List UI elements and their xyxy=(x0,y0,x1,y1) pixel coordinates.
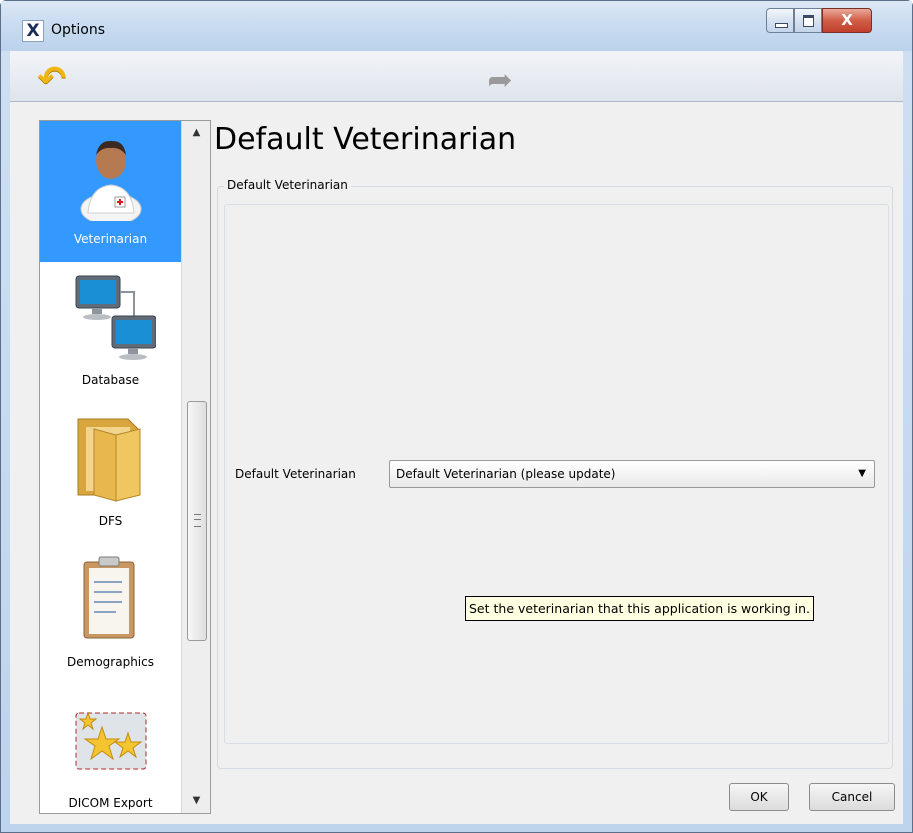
default-veterinarian-select[interactable]: Default Veterinarian (please update) ▼ xyxy=(389,460,875,488)
folder-icon xyxy=(77,418,141,502)
sidebar-item-veterinarian[interactable]: Veterinarian xyxy=(40,121,181,262)
sidebar-item-demographics[interactable]: Demographics xyxy=(40,544,181,685)
title-bar[interactable]: X Options X xyxy=(1,1,912,51)
clipboard-icon xyxy=(83,556,135,639)
tooltip: Set the veterinarian that this applicati… xyxy=(465,596,814,621)
scrollbar-thumb[interactable] xyxy=(187,401,207,641)
scroll-up-arrow-icon[interactable]: ▲ xyxy=(182,123,210,143)
minimize-button[interactable] xyxy=(766,8,794,33)
options-window: X Options X ↶ ➦ Veterinarian Database DF… xyxy=(0,0,913,833)
chevron-down-icon[interactable]: ▼ xyxy=(858,468,866,479)
close-button[interactable]: X xyxy=(822,8,872,33)
sidebar-item-label: DICOM Export xyxy=(68,796,153,810)
scroll-down-arrow-icon[interactable]: ▼ xyxy=(182,791,210,811)
grip-icon xyxy=(194,514,201,527)
sidebar-item-label: DFS xyxy=(98,514,123,528)
forward-arrow-icon[interactable]: ➦ xyxy=(480,61,520,101)
window-title: Options xyxy=(51,22,106,38)
sidebar-item-dfs[interactable]: DFS xyxy=(40,403,181,544)
options-category-list: Veterinarian Database DFS Demographics D… xyxy=(39,120,211,814)
default-veterinarian-label: Default Veterinarian xyxy=(235,467,356,481)
dicom-export-icon xyxy=(75,711,147,770)
group-title: Default Veterinarian xyxy=(224,178,351,192)
sidebar-item-database[interactable]: Database xyxy=(40,262,181,403)
selected-value: Default Veterinarian (please update) xyxy=(396,467,616,481)
sidebar-item-label: Database xyxy=(81,373,140,387)
cancel-button[interactable]: Cancel xyxy=(809,783,895,811)
ok-button[interactable]: OK xyxy=(729,783,789,811)
window-controls: X xyxy=(766,8,872,33)
sidebar-item-label: Demographics xyxy=(67,655,154,669)
page-title: Default Veterinarian xyxy=(214,122,517,157)
sidebar-scrollbar[interactable]: ▲ ▼ xyxy=(181,121,210,813)
database-icon xyxy=(75,275,156,360)
app-icon: X xyxy=(22,20,44,42)
options-content: Veterinarian Database DFS Demographics D… xyxy=(10,102,903,824)
sidebar-item-dicom-export[interactable]: DICOM Export xyxy=(40,685,181,813)
maximize-button[interactable] xyxy=(794,8,822,33)
back-arrow-icon[interactable]: ↶ xyxy=(32,59,72,99)
toolbar: ↶ ➦ xyxy=(10,51,903,102)
veterinarian-icon xyxy=(80,140,142,221)
sidebar-item-label: Veterinarian xyxy=(73,232,148,246)
